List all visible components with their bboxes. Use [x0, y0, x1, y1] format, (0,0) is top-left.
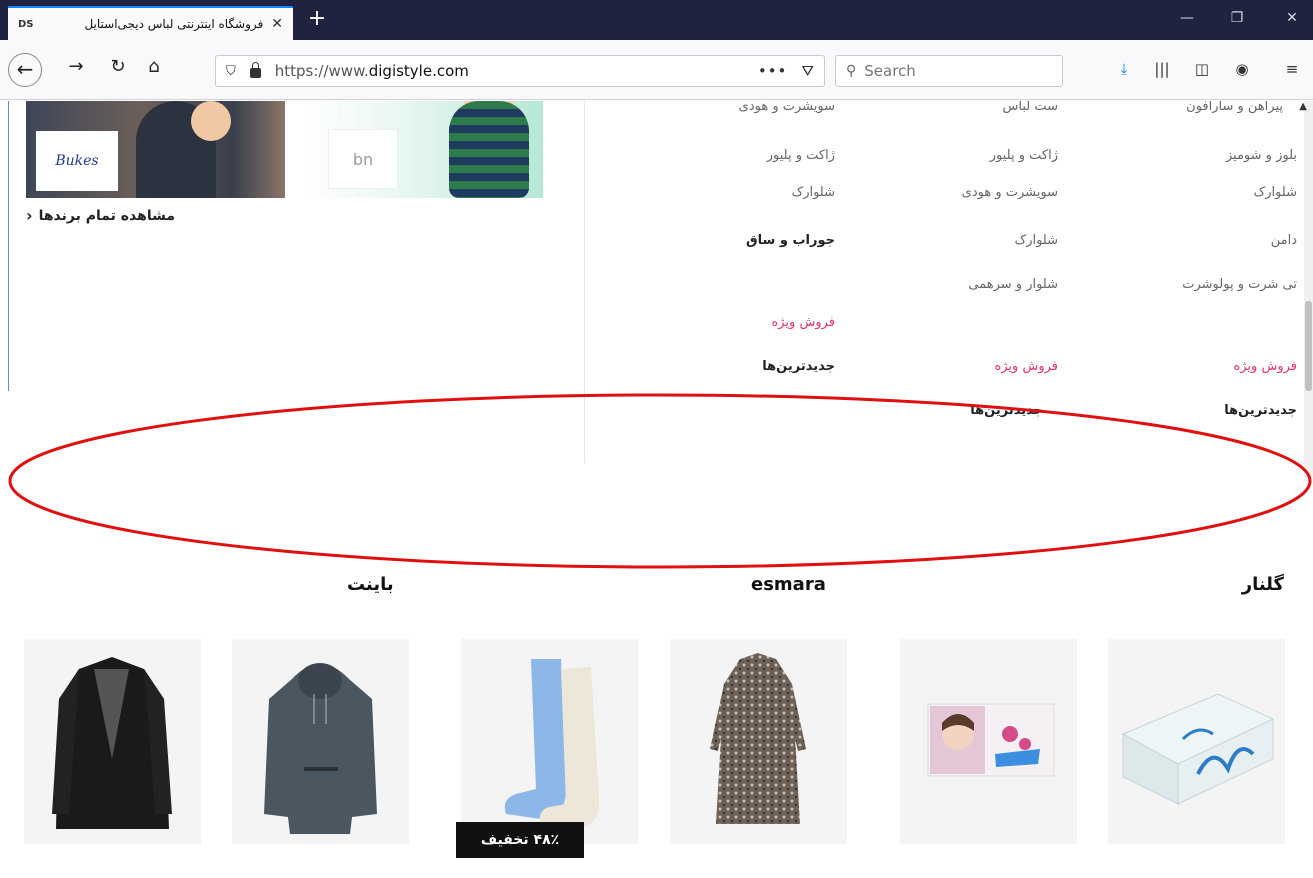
- product-card[interactable]: [232, 639, 409, 844]
- tab-title: فروشگاه اینترنتی لباس دیجی‌استایل: [84, 17, 264, 31]
- menu-item-newest[interactable]: جدیدترین‌ها: [970, 403, 1043, 418]
- brand-bukes-banner[interactable]: Bukes: [26, 101, 285, 198]
- section-title-golnar[interactable]: گلنار: [1242, 574, 1284, 595]
- menu-item[interactable]: شلوارک: [792, 185, 835, 200]
- menu-item-newest[interactable]: جدیدترین‌ها: [762, 359, 835, 374]
- account-icon[interactable]: ◉: [1230, 57, 1254, 81]
- back-button[interactable]: ←: [8, 53, 42, 87]
- tissue-box-image: [1121, 693, 1275, 805]
- bukes-logo: Bukes: [36, 131, 118, 191]
- home-button[interactable]: ⌂: [140, 54, 168, 82]
- browser-tab[interactable]: DS فروشگاه اینترنتی لباس دیجی‌استایل ✕: [8, 6, 293, 40]
- black-cardigan-image: [52, 657, 172, 829]
- browser-titlebar: DS فروشگاه اینترنتی لباس دیجی‌استایل ✕ +…: [0, 0, 1313, 40]
- tissue-pack-image: [927, 703, 1055, 777]
- menu-item[interactable]: سویشرت و هودی: [739, 101, 835, 114]
- menu-item[interactable]: شلوارک: [1015, 233, 1058, 248]
- section-title-bayant[interactable]: باینت: [347, 574, 394, 595]
- url-text[interactable]: https://www.digistyle.com: [275, 62, 758, 80]
- baby-image: [449, 101, 529, 198]
- menu-item[interactable]: جوراب و ساق: [746, 233, 835, 248]
- menu-item-special-sale[interactable]: فروش ویژه: [994, 359, 1058, 374]
- scroll-up-icon[interactable]: ▲: [1299, 101, 1307, 112]
- page-content: ▲ Bukes bn مشاهده تمام برندها ‹ پیراهن و…: [0, 101, 1313, 878]
- tracking-shield-icon[interactable]: ⛉: [226, 64, 236, 79]
- product-card[interactable]: [900, 639, 1077, 844]
- menu-item[interactable]: بلوز و شومیز: [1226, 148, 1297, 163]
- menu-item-special-sale[interactable]: فروش ویژه: [771, 315, 835, 330]
- hoodie-image: [264, 663, 377, 834]
- downloads-icon[interactable]: ⤓: [1112, 57, 1136, 81]
- product-card[interactable]: [461, 639, 638, 844]
- brand-bn-banner[interactable]: bn: [304, 101, 543, 198]
- child-face-image: [191, 101, 231, 141]
- reload-button[interactable]: ↻: [104, 54, 132, 82]
- product-card[interactable]: [670, 639, 847, 844]
- close-tab-icon[interactable]: ✕: [271, 16, 283, 32]
- minimize-icon[interactable]: —: [1172, 10, 1202, 30]
- menu-item-newest[interactable]: جدیدترین‌ها: [1224, 403, 1297, 418]
- menu-icon[interactable]: ≡: [1280, 57, 1304, 81]
- left-edge-line: [8, 101, 9, 391]
- sidebar-icon[interactable]: ◫: [1190, 57, 1214, 81]
- lock-icon[interactable]: [249, 62, 261, 78]
- menu-item[interactable]: ست لباس: [1002, 101, 1058, 114]
- forward-button[interactable]: →: [62, 54, 90, 82]
- menu-item[interactable]: ژاکت و پلیور: [767, 148, 835, 163]
- menu-divider: [584, 101, 585, 463]
- menu-item[interactable]: شلوار و سرهمی: [968, 277, 1058, 292]
- floral-dress-image: [710, 653, 806, 824]
- library-icon[interactable]: |||: [1150, 57, 1174, 81]
- scrollbar-thumb[interactable]: [1305, 301, 1312, 391]
- socks-image: [504, 659, 600, 829]
- url-bar[interactable]: ⛉ https://www.digistyle.com ••• ⛛: [215, 55, 825, 87]
- new-tab-button[interactable]: +: [305, 8, 329, 32]
- pocket-icon[interactable]: ⛛: [801, 62, 814, 80]
- menu-item[interactable]: تی شرت و پولوشرت: [1182, 277, 1297, 292]
- annotation-ellipse-stroke: [8, 393, 1312, 569]
- page-actions-icon[interactable]: •••: [758, 62, 788, 80]
- menu-item[interactable]: ژاکت و پلیور: [990, 148, 1058, 163]
- view-all-brands-link[interactable]: مشاهده تمام برندها ‹: [26, 206, 175, 225]
- menu-item[interactable]: سویشرت و هودی: [962, 185, 1058, 200]
- discount-badge: ۴۸٪ تخفیف: [456, 822, 584, 858]
- menu-item[interactable]: پیراهن و سارافون: [1186, 101, 1283, 114]
- product-card[interactable]: [1108, 639, 1285, 844]
- menu-item[interactable]: شلوارک: [1254, 185, 1297, 200]
- navigation-toolbar: ← → ↻ ⌂ ⛉ https://www.digistyle.com ••• …: [0, 40, 1313, 100]
- section-title-esmara[interactable]: esmara: [751, 574, 826, 595]
- restore-icon[interactable]: ❐: [1222, 10, 1252, 30]
- product-card[interactable]: [24, 639, 201, 844]
- window-close-icon[interactable]: ✕: [1277, 10, 1307, 30]
- bn-logo: bn: [328, 129, 398, 189]
- chevron-left-icon: ‹: [26, 206, 33, 225]
- site-favicon: DS: [18, 18, 34, 30]
- search-icon: ⚲: [846, 63, 857, 79]
- search-bar[interactable]: ⚲: [835, 55, 1063, 87]
- menu-item-special-sale[interactable]: فروش ویژه: [1233, 359, 1297, 374]
- menu-scrollbar[interactable]: [1304, 101, 1313, 478]
- menu-item[interactable]: دامن: [1271, 233, 1297, 248]
- search-input[interactable]: [864, 62, 1045, 80]
